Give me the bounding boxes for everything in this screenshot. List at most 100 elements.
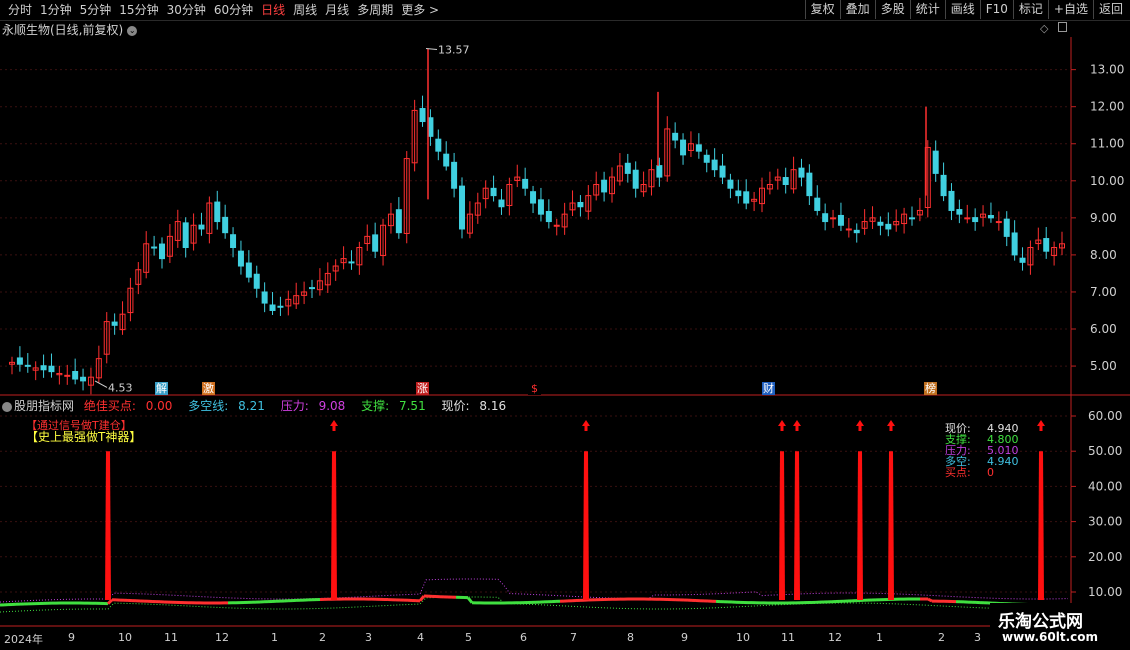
- indicator-tick-label: 30.00: [1088, 515, 1122, 529]
- x-tick-label: 10: [118, 631, 132, 644]
- signal-arrow: [1037, 420, 1045, 431]
- price-tick-label: 10.00: [1090, 174, 1124, 188]
- indicator-tick-label: 40.00: [1088, 479, 1122, 493]
- x-tick-label: 12: [828, 631, 842, 644]
- x-tick-label: 1: [876, 631, 883, 644]
- price-tick-label: 9.00: [1090, 211, 1117, 225]
- candle-body: [798, 167, 805, 178]
- price-chart[interactable]: 13.0012.0011.0010.009.008.007.006.005.00…: [0, 0, 1130, 650]
- event-marker[interactable]: 财: [762, 382, 775, 395]
- candle-body: [877, 221, 884, 226]
- candle-body: [624, 162, 631, 174]
- candle-body: [940, 174, 947, 197]
- candle-body: [348, 261, 355, 264]
- candle-body: [443, 153, 450, 167]
- candle-body: [601, 179, 608, 193]
- candle-body: [40, 365, 47, 371]
- x-tick-label: 11: [164, 631, 178, 644]
- candle-body: [735, 190, 742, 197]
- candle-body: [490, 187, 497, 197]
- event-marker[interactable]: 涨: [416, 382, 429, 395]
- candle-body: [151, 246, 158, 249]
- event-marker[interactable]: 解: [155, 382, 168, 395]
- event-marker[interactable]: 激: [202, 382, 215, 395]
- candle-body: [1019, 257, 1026, 263]
- x-tick-label: 3: [365, 631, 372, 644]
- price-tick-label: 11.00: [1090, 137, 1124, 151]
- x-tick-label: 9: [68, 631, 75, 644]
- signal-arrow: [330, 420, 338, 431]
- candle-body: [822, 213, 829, 223]
- candle-body: [972, 217, 979, 223]
- event-marker[interactable]: $: [528, 382, 541, 395]
- indicator-settings-icon[interactable]: [2, 401, 12, 412]
- low-annotation: 4.53: [108, 381, 133, 394]
- watermark-url: www.60lt.com: [1002, 630, 1099, 644]
- candle-body: [419, 108, 426, 123]
- x-tick-label: 7: [570, 631, 577, 644]
- indicator-name[interactable]: 股朋指标网: [14, 399, 74, 413]
- candle-body: [909, 217, 915, 220]
- candle-body: [845, 228, 852, 231]
- candle-body: [222, 216, 229, 234]
- candle-body: [577, 201, 584, 208]
- candle-body: [537, 199, 544, 215]
- candle-body: [372, 234, 379, 252]
- candle-body: [956, 209, 963, 215]
- candle-body: [553, 224, 560, 227]
- signal-arrow: [582, 420, 590, 431]
- support-value: 7.51: [398, 399, 426, 413]
- x-tick-label: 2: [319, 631, 326, 644]
- candle-body: [277, 305, 284, 308]
- best-buy-label: 绝佳买点:: [83, 399, 136, 413]
- candle-body: [530, 191, 537, 204]
- x-tick-label: 9: [681, 631, 688, 644]
- candle-body: [987, 215, 994, 219]
- candle-body: [72, 371, 79, 380]
- candle-body: [80, 376, 87, 382]
- signal-bar: [794, 451, 800, 600]
- candle-body: [680, 139, 687, 156]
- x-tick-label: 4: [417, 631, 424, 644]
- candle-body: [309, 287, 315, 290]
- legend-value: 0: [987, 466, 994, 479]
- signal-bar: [331, 451, 337, 600]
- candle-body: [159, 243, 165, 260]
- price-trend-line: [106, 598, 114, 605]
- x-tick-label: 8: [627, 631, 634, 644]
- candle-body: [24, 364, 31, 367]
- x-tick-label: 2: [938, 631, 945, 644]
- price-tick-label: 8.00: [1090, 248, 1117, 262]
- price-trend-line: [418, 595, 426, 602]
- indicator-tick-label: 50.00: [1088, 444, 1122, 458]
- candle-body: [1003, 218, 1010, 237]
- candle-body: [719, 165, 726, 178]
- price-trend-line: [927, 597, 933, 603]
- price-tick-label: 13.00: [1090, 63, 1124, 77]
- indicator-tick-label: 10.00: [1088, 585, 1122, 599]
- x-tick-label: 3: [974, 631, 981, 644]
- candle-body: [253, 273, 260, 289]
- candle-body: [632, 169, 639, 189]
- candle-body: [948, 190, 955, 211]
- candle-body: [727, 179, 734, 189]
- candle-body: [214, 201, 221, 223]
- candle-body: [837, 214, 844, 226]
- tag-yellow: 【史上最强做T神器】: [26, 430, 142, 444]
- candle-body: [703, 154, 710, 163]
- candle-body: [230, 234, 237, 248]
- candle-body: [269, 304, 276, 311]
- indicator-tick-label: 20.00: [1088, 550, 1122, 564]
- candle-body: [237, 250, 244, 267]
- candle-body: [182, 222, 189, 248]
- candle-body: [459, 185, 465, 230]
- event-marker[interactable]: 榜: [924, 382, 937, 395]
- signal-bar: [857, 451, 863, 600]
- price-tick-label: 6.00: [1090, 322, 1117, 336]
- price-value: 8.16: [479, 399, 507, 413]
- signal-bar: [583, 451, 589, 600]
- x-tick-label: 12: [215, 631, 229, 644]
- signal-arrow: [887, 420, 895, 431]
- signal-bar: [779, 451, 785, 600]
- candle-body: [64, 374, 71, 377]
